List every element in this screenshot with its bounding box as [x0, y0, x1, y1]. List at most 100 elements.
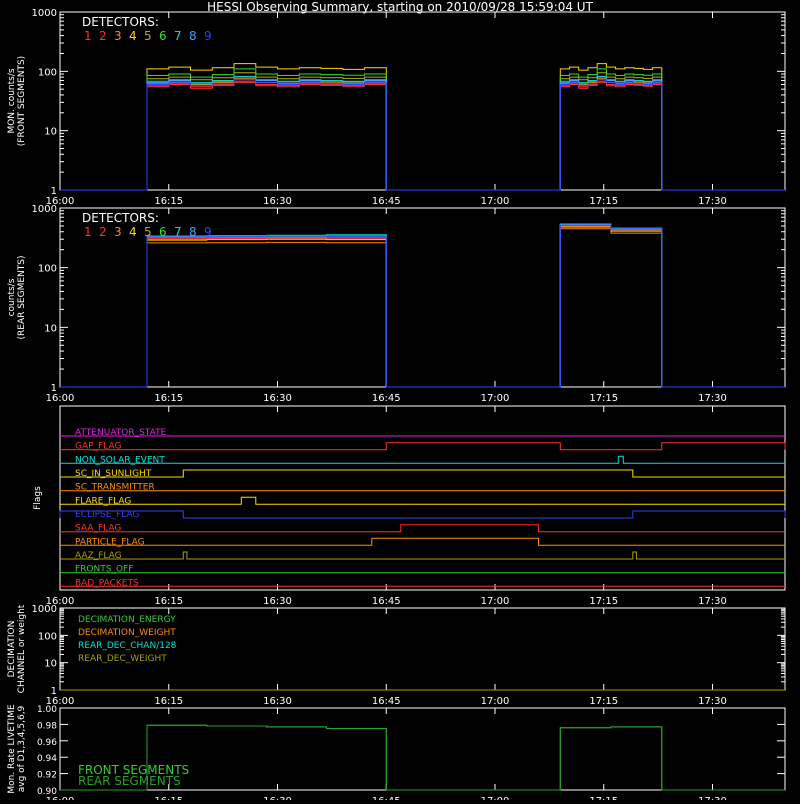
- y-tick-label: 1: [51, 186, 57, 197]
- y-tick-label: 1000: [32, 204, 57, 215]
- flag-label-bad_packets: BAD_PACKETS: [75, 578, 139, 588]
- y-axis-label-line: counts/s: [7, 278, 17, 316]
- detector-legend-9: 9: [204, 225, 212, 239]
- x-tick-label: 17:15: [589, 696, 618, 707]
- x-tick-label: 17:00: [481, 196, 510, 207]
- detector-legend-7: 7: [174, 29, 182, 43]
- y-axis-label-line: MON. counts/s: [7, 68, 17, 133]
- x-tick-label: 16:30: [263, 696, 292, 707]
- x-tick-label: 16:45: [372, 696, 401, 707]
- chart-title: HESSI Observing Summary, starting on 201…: [207, 0, 593, 14]
- x-tick-label: 16:45: [372, 796, 401, 800]
- y-axis-label-line: avg of D1,3,4,5,6,9: [17, 705, 27, 792]
- x-tick-label: 17:30: [698, 596, 727, 607]
- x-tick-label: 17:30: [698, 796, 727, 800]
- y-axis-label: Flags: [33, 486, 43, 510]
- x-tick-label: 16:30: [263, 796, 292, 800]
- detector-legend-1: 1: [84, 29, 92, 43]
- y-tick-label: 0.96: [37, 738, 57, 748]
- detectors-legend-title: DETECTORS:: [82, 15, 159, 29]
- detector-legend-5: 5: [144, 225, 152, 239]
- flag-label-sc_in_sunlight: SC_IN_SUNLIGHT: [75, 469, 152, 479]
- detector-legend-9: 9: [204, 29, 212, 43]
- y-axis-label-line: DECIMATION: [7, 621, 17, 678]
- y-tick-label: 100: [38, 631, 57, 642]
- x-tick-label: 17:00: [481, 596, 510, 607]
- y-axis-label: counts/s(REAR SEGMENTS): [7, 255, 27, 339]
- detector-legend-6: 6: [159, 225, 167, 239]
- y-axis-label: DECIMATIONCHANNEL or weight: [7, 604, 27, 693]
- series-detector-8: [60, 76, 785, 191]
- flag-label-gap_flag: GAP_FLAG: [75, 442, 121, 452]
- detector-legend-6: 6: [159, 29, 167, 43]
- series-detector-1: [60, 224, 785, 388]
- detector-legend-8: 8: [189, 29, 197, 43]
- y-tick-label: 1.00: [37, 705, 57, 715]
- series-detector-3: [60, 228, 785, 388]
- y-tick-label: 0.92: [37, 771, 57, 781]
- flag-line-gap_flag: [60, 442, 786, 451]
- flag-label-fronts_off: FRONTS_OFF: [75, 565, 133, 575]
- series-detector-4: [60, 226, 785, 388]
- y-tick-label: 1: [51, 383, 57, 394]
- flag-label-particle_flag: PARTICLE_FLAG: [75, 537, 145, 547]
- flag-label-flare_flag: FLARE_FLAG: [75, 496, 131, 506]
- plot-area: 16:00 16:15 16:30 16:45 17:00 17:15 17:3011010…: [7, 8, 786, 804]
- front-panel-frame: [59, 11, 786, 191]
- flag-line-saa_flag: [60, 524, 785, 533]
- series-detector-7: [60, 75, 785, 191]
- detector-legend-2: 2: [99, 29, 107, 43]
- y-axis-label-line: Flags: [33, 486, 43, 510]
- x-tick-label: 16:00: [46, 393, 75, 404]
- x-tick-label: 16:45: [372, 393, 401, 404]
- x-tick-label: 17:15: [589, 596, 618, 607]
- detector-legend-4: 4: [129, 225, 137, 239]
- x-tick-label: 16:15: [154, 196, 183, 207]
- flags-panel-frame: [59, 405, 786, 591]
- flag-line-eclipse_flag: [59, 510, 786, 519]
- x-tick-label: 16:30: [263, 393, 292, 404]
- flag-line-aaz_flag: [60, 551, 785, 560]
- x-tick-label: 16:45: [372, 196, 401, 207]
- detector-legend-2: 2: [99, 225, 107, 239]
- detector-legend-8: 8: [189, 225, 197, 239]
- observing-summary: HESSI Observing Summary, starting on 201…: [0, 0, 800, 804]
- y-axis-label: Mon. Rate LIVETIMEavg of D1,3,4,5,6,9: [7, 704, 27, 794]
- x-tick-label: 16:15: [154, 796, 183, 800]
- x-tick-label: 17:15: [589, 196, 618, 207]
- y-tick-label: 10: [44, 323, 57, 334]
- y-tick-label: 1: [51, 686, 57, 697]
- x-tick-label: 17:15: [589, 796, 618, 800]
- x-tick-label: 16:45: [372, 596, 401, 607]
- y-tick-label: 10: [44, 659, 57, 670]
- x-tick-label: 17:00: [481, 696, 510, 707]
- decimation-legend-3: REAR_DEC_WEIGHT: [78, 654, 167, 664]
- x-tick-label: 16:30: [263, 596, 292, 607]
- series-detector-9: [60, 224, 785, 388]
- series-detector-5: [60, 224, 785, 388]
- flag-label-attenuator_state: ATTENUATOR_STATE: [75, 428, 167, 438]
- series-detector-9: [60, 79, 785, 191]
- detector-legend-3: 3: [114, 225, 122, 239]
- flag-label-eclipse_flag: ECLIPSE_FLAG: [75, 510, 139, 520]
- flag-label-non_solar_event: NON_SOLAR_EVENT: [75, 455, 165, 465]
- series-detector-2: [60, 80, 785, 191]
- x-tick-label: 17:30: [698, 393, 727, 404]
- y-tick-label: 100: [38, 264, 57, 275]
- y-tick-label: 1000: [32, 604, 57, 615]
- y-tick-label: 0.98: [37, 721, 57, 731]
- y-tick-label: 10: [44, 127, 57, 138]
- flag-label-aaz_flag: AAZ_FLAG: [75, 551, 122, 561]
- flag-line-sc_in_sunlight: [60, 469, 785, 478]
- decimation-legend-1: DECIMATION_WEIGHT: [78, 628, 176, 638]
- flag-label-sc_transmitter: SC_TRANSMITTER: [75, 483, 155, 493]
- x-tick-label: 17:30: [698, 196, 727, 207]
- series-detector-1: [60, 81, 785, 191]
- flag-line-flare_flag: [60, 496, 785, 505]
- y-tick-label: 0.94: [37, 754, 57, 764]
- x-tick-label: 17:00: [481, 796, 510, 800]
- x-tick-label: 17:00: [481, 393, 510, 404]
- y-axis-label-line: (FRONT SEGMENTS): [17, 56, 27, 146]
- y-axis-label-line: CHANNEL or weight: [17, 604, 27, 693]
- y-tick-label: 100: [38, 67, 57, 78]
